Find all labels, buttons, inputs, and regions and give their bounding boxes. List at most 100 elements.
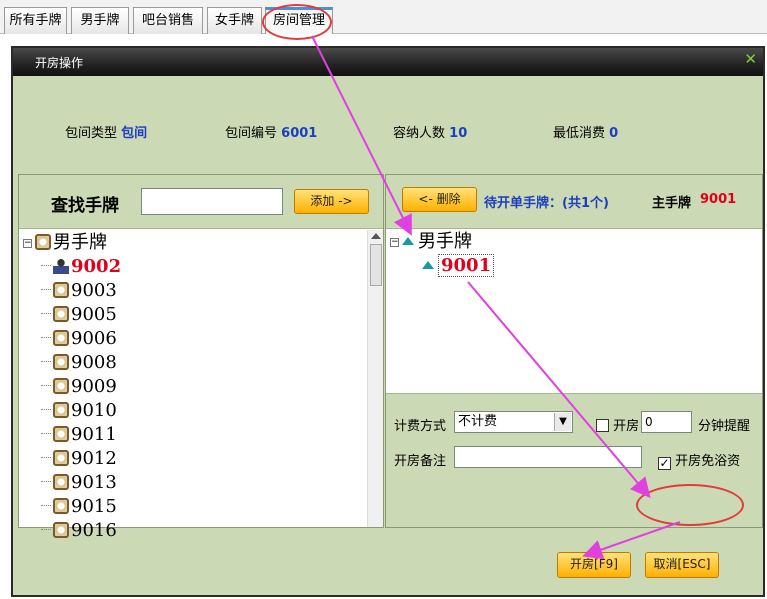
tree-item-label: 9011 bbox=[71, 424, 117, 445]
tree-item[interactable]: 9002 bbox=[41, 255, 121, 279]
capacity-label: 容纳人数 bbox=[393, 126, 446, 141]
room-checkbox[interactable]: 开房 bbox=[596, 415, 639, 434]
search-input[interactable] bbox=[141, 188, 283, 215]
search-header: 查找手牌 添加 -> bbox=[19, 175, 383, 229]
room-type-label: 包间类型 bbox=[65, 126, 118, 141]
capacity-value: 10 bbox=[449, 126, 468, 141]
min-spend: 最低消费 0 bbox=[553, 122, 618, 141]
tree-item-label: 9002 bbox=[71, 256, 122, 277]
min-spend-value: 0 bbox=[609, 126, 619, 141]
collapse-icon[interactable]: − bbox=[23, 239, 32, 248]
tree-item-label: 9016 bbox=[71, 520, 117, 541]
pending-tags-panel: <- 删除 待开单手牌：(共1个) 主手牌 9001 − 男手牌 9001 计费方… bbox=[385, 174, 763, 528]
clock-icon bbox=[53, 330, 69, 346]
tree-item[interactable]: 9011 bbox=[41, 423, 117, 447]
tree-item-label: 9009 bbox=[71, 376, 117, 397]
tree-root-male[interactable]: − 男手牌 bbox=[23, 231, 107, 255]
min-spend-label: 最低消费 bbox=[553, 126, 606, 141]
tree-item-label: 9012 bbox=[71, 448, 117, 469]
room-checkbox-label: 开房 bbox=[613, 419, 640, 434]
note-label: 开房备注 bbox=[394, 454, 447, 469]
cancel-button[interactable]: 取消[ESC] bbox=[645, 552, 719, 578]
room-number: 包间编号 6001 bbox=[225, 122, 317, 141]
tree-connector bbox=[41, 529, 51, 530]
tree-item[interactable]: 9015 bbox=[41, 495, 117, 519]
tree-connector bbox=[41, 385, 51, 386]
up-arrow-icon bbox=[402, 237, 414, 245]
tree-item[interactable]: 9009 bbox=[41, 375, 117, 399]
billing-label: 计费方式 bbox=[394, 419, 447, 434]
tab-bar-sales[interactable]: 吧台销售 bbox=[133, 7, 203, 34]
collapse-icon[interactable]: − bbox=[390, 238, 399, 247]
tree-item-label: 9010 bbox=[71, 400, 117, 421]
tree-item-label: 9005 bbox=[71, 304, 117, 325]
note-input[interactable] bbox=[454, 446, 642, 468]
clock-icon bbox=[53, 402, 69, 418]
add-button[interactable]: 添加 -> bbox=[294, 189, 369, 214]
chevron-down-icon[interactable]: ▼ bbox=[554, 413, 571, 431]
clock-icon bbox=[53, 282, 69, 298]
clock-icon bbox=[53, 450, 69, 466]
available-tags-panel: 查找手牌 添加 -> − 男手牌 9002 9003 9005 9006 9008 9009… bbox=[18, 174, 384, 541]
free-bath-checkbox[interactable]: ✓ 开房免浴资 bbox=[658, 450, 740, 470]
tree-item[interactable]: 9006 bbox=[41, 327, 117, 351]
pending-root-label: 男手牌 bbox=[418, 231, 472, 252]
delete-button[interactable]: <- 删除 bbox=[402, 187, 477, 212]
tree-connector bbox=[41, 457, 51, 458]
clock-icon bbox=[35, 234, 51, 250]
minutes-input[interactable]: 0 bbox=[641, 411, 692, 433]
open-room-button[interactable]: 开房[F9] bbox=[557, 552, 631, 578]
tree-item[interactable]: 9010 bbox=[41, 399, 117, 423]
tab-female-tags[interactable]: 女手牌 bbox=[207, 7, 262, 34]
tree-item-label: 9008 bbox=[71, 352, 117, 373]
scrollbar[interactable] bbox=[367, 230, 383, 527]
tree-connector bbox=[41, 481, 51, 482]
tree-item[interactable]: 9003 bbox=[41, 279, 117, 303]
free-bath-label: 开房免浴资 bbox=[675, 454, 741, 469]
room-checkbox-box[interactable] bbox=[596, 419, 609, 432]
tab-bar: 所有手牌 男手牌 吧台销售 女手牌 房间管理 bbox=[0, 0, 767, 34]
scroll-up-icon[interactable] bbox=[371, 233, 381, 239]
tree-item-label: 9003 bbox=[71, 280, 117, 301]
pending-count-label: 待开单手牌：(共1个) bbox=[484, 196, 609, 211]
minutes-label: 分钟提醒 bbox=[698, 419, 751, 434]
clock-icon bbox=[53, 498, 69, 514]
clock-icon bbox=[53, 378, 69, 394]
main-tag-value: 9001 bbox=[700, 192, 737, 207]
room-type-value: 包间 bbox=[121, 126, 148, 141]
tree-item[interactable]: 9016 bbox=[41, 519, 117, 543]
tree-connector bbox=[41, 361, 51, 362]
tree-item[interactable]: 9013 bbox=[41, 471, 117, 495]
room-number-label: 包间编号 bbox=[225, 126, 278, 141]
scroll-thumb[interactable] bbox=[370, 244, 382, 286]
pending-item[interactable]: 9001 bbox=[422, 254, 495, 278]
up-arrow-icon bbox=[422, 261, 434, 269]
tab-male-tags[interactable]: 男手牌 bbox=[71, 7, 129, 34]
pending-item-label[interactable]: 9001 bbox=[438, 254, 495, 277]
search-label: 查找手牌 bbox=[51, 196, 119, 216]
billing-select[interactable]: 不计费 ▼ bbox=[454, 411, 573, 433]
check-icon[interactable]: ✓ bbox=[658, 457, 671, 470]
tree-connector bbox=[41, 265, 51, 266]
main-tag-label: 主手牌 bbox=[652, 196, 692, 211]
tree-item[interactable]: 9012 bbox=[41, 447, 117, 471]
close-icon[interactable]: ✕ bbox=[744, 50, 757, 68]
clock-icon bbox=[53, 522, 69, 538]
tab-all-tags[interactable]: 所有手牌 bbox=[4, 7, 67, 34]
billing-select-value: 不计费 bbox=[458, 414, 498, 429]
tree-item-label: 9015 bbox=[71, 496, 117, 517]
tree-item-label: 9013 bbox=[71, 472, 117, 493]
pending-tree-root[interactable]: − 男手牌 bbox=[390, 230, 472, 254]
room-number-value: 6001 bbox=[281, 126, 318, 141]
tree-item[interactable]: 9005 bbox=[41, 303, 117, 327]
dialog-title: 开房操作 bbox=[35, 56, 84, 70]
annotation-ellipse bbox=[262, 4, 332, 40]
tree-connector bbox=[41, 409, 51, 410]
tree-connector bbox=[41, 433, 51, 434]
tree-connector bbox=[41, 505, 51, 506]
dialog-titlebar: 开房操作 ✕ bbox=[13, 48, 763, 76]
tree-connector bbox=[41, 289, 51, 290]
pending-header: <- 删除 待开单手牌：(共1个) 主手牌 9001 bbox=[386, 175, 762, 229]
tree-item[interactable]: 9008 bbox=[41, 351, 117, 375]
clock-icon bbox=[53, 354, 69, 370]
